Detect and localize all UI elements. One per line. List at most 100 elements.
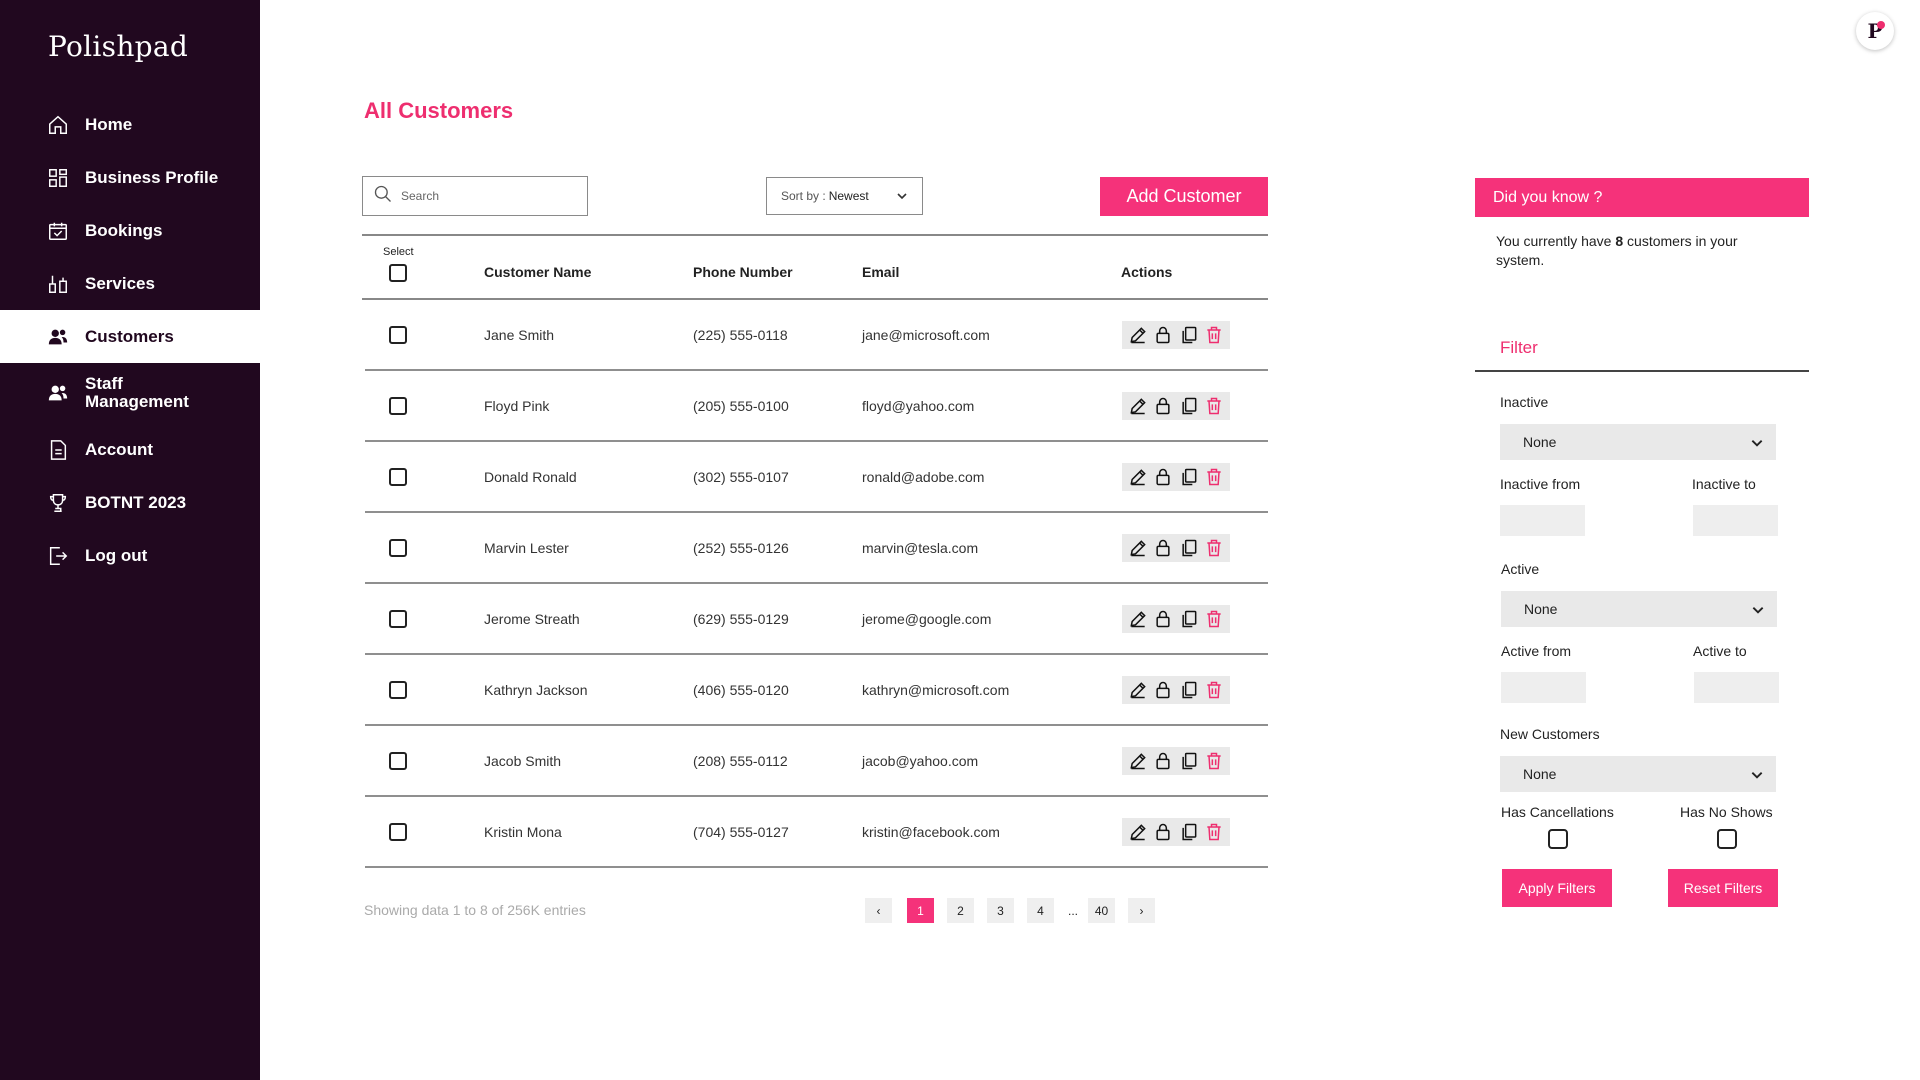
page-button-last[interactable]: 40 — [1088, 898, 1115, 923]
page-button-4[interactable]: 4 — [1027, 898, 1054, 923]
edit-icon[interactable] — [1127, 466, 1149, 488]
row-checkbox[interactable] — [389, 468, 407, 486]
customer-name-cell: Kathryn Jackson — [484, 682, 588, 698]
table-row: Marvin Lester (252) 555-0126 marvin@tesla.… — [365, 513, 1268, 584]
chevron-down-icon — [1750, 768, 1764, 785]
logout-icon — [46, 544, 70, 568]
header-phone-number: Phone Number — [693, 264, 793, 280]
edit-icon[interactable] — [1127, 324, 1149, 346]
info-text-before: You currently have — [1496, 233, 1616, 249]
lock-icon[interactable] — [1152, 750, 1174, 772]
reset-filters-button[interactable]: Reset Filters — [1668, 869, 1778, 907]
inactive-select[interactable]: None — [1500, 424, 1776, 460]
sort-dropdown[interactable]: Sort by : Newest — [766, 177, 923, 215]
copy-icon[interactable] — [1178, 466, 1200, 488]
trash-icon[interactable] — [1203, 821, 1225, 843]
avatar[interactable]: P — [1856, 12, 1894, 50]
copy-icon[interactable] — [1178, 324, 1200, 346]
edit-icon[interactable] — [1127, 395, 1149, 417]
trash-icon[interactable] — [1203, 466, 1225, 488]
copy-icon[interactable] — [1178, 608, 1200, 630]
sidebar-item-customers[interactable]: Customers — [0, 310, 260, 363]
email-cell: kristin@facebook.com — [862, 824, 1000, 840]
trash-icon[interactable] — [1203, 679, 1225, 701]
phone-number-cell: (225) 555-0118 — [693, 327, 788, 343]
row-checkbox[interactable] — [389, 681, 407, 699]
edit-icon[interactable] — [1127, 608, 1149, 630]
phone-number-cell: (302) 555-0107 — [693, 469, 789, 485]
sidebar-item-home[interactable]: Home — [0, 98, 260, 151]
row-actions — [1122, 605, 1230, 633]
row-checkbox[interactable] — [389, 326, 407, 344]
next-page-button[interactable]: › — [1128, 898, 1155, 923]
edit-icon[interactable] — [1127, 750, 1149, 772]
trash-icon[interactable] — [1203, 324, 1225, 346]
sort-value: Newest — [828, 189, 869, 203]
inactive-from-label: Inactive from — [1500, 476, 1581, 492]
select-header: Select — [383, 246, 414, 258]
add-customer-button[interactable]: Add Customer — [1100, 177, 1268, 216]
row-checkbox[interactable] — [389, 610, 407, 628]
search-input[interactable] — [401, 189, 571, 203]
edit-icon[interactable] — [1127, 821, 1149, 843]
trash-icon[interactable] — [1203, 750, 1225, 772]
trash-icon[interactable] — [1203, 608, 1225, 630]
calendar-check-icon — [46, 219, 70, 243]
edit-icon[interactable] — [1127, 679, 1149, 701]
row-checkbox[interactable] — [389, 539, 407, 557]
edit-icon[interactable] — [1127, 537, 1149, 559]
sidebar-item-log-out[interactable]: Log out — [0, 529, 260, 582]
lock-icon[interactable] — [1152, 821, 1174, 843]
copy-icon[interactable] — [1178, 679, 1200, 701]
row-checkbox[interactable] — [389, 397, 407, 415]
info-header: Did you know ? — [1475, 178, 1809, 217]
sidebar-item-label: Bookings — [85, 220, 163, 240]
customer-name-cell: Donald Ronald — [484, 469, 577, 485]
lock-icon[interactable] — [1152, 679, 1174, 701]
lock-icon[interactable] — [1152, 324, 1174, 346]
has-cancellations-checkbox[interactable] — [1548, 829, 1568, 849]
sort-label: Sort by : — [781, 189, 826, 203]
table-row: Kathryn Jackson (406) 555-0120 kathryn@mic… — [365, 655, 1268, 726]
chevron-down-icon — [1750, 436, 1764, 453]
active-select[interactable]: None — [1501, 591, 1777, 627]
chevron-down-icon — [896, 190, 908, 205]
lock-icon[interactable] — [1152, 537, 1174, 559]
trash-icon[interactable] — [1203, 537, 1225, 559]
sidebar-item-bookings[interactable]: Bookings — [0, 204, 260, 257]
select-all-checkbox[interactable] — [389, 264, 407, 282]
row-checkbox[interactable] — [389, 823, 407, 841]
row-checkbox[interactable] — [389, 752, 407, 770]
active-to-input[interactable] — [1694, 672, 1779, 703]
lock-icon[interactable] — [1152, 466, 1174, 488]
staff-icon — [46, 381, 70, 405]
filter-divider — [1475, 370, 1809, 372]
copy-icon[interactable] — [1178, 750, 1200, 772]
copy-icon[interactable] — [1178, 821, 1200, 843]
lock-icon[interactable] — [1152, 395, 1174, 417]
sidebar-item-account[interactable]: Account — [0, 423, 260, 476]
phone-number-cell: (252) 555-0126 — [693, 540, 789, 556]
sidebar-item-botnt-2023[interactable]: BOTNT 2023 — [0, 476, 260, 529]
copy-icon[interactable] — [1178, 537, 1200, 559]
inactive-from-input[interactable] — [1500, 505, 1585, 536]
sidebar-item-services[interactable]: Services — [0, 257, 260, 310]
page-button-1[interactable]: 1 — [907, 898, 934, 923]
copy-icon[interactable] — [1178, 395, 1200, 417]
inactive-to-input[interactable] — [1693, 505, 1778, 536]
active-label: Active — [1501, 561, 1540, 577]
email-cell: jacob@yahoo.com — [862, 753, 979, 769]
page-button-2[interactable]: 2 — [947, 898, 974, 923]
prev-page-button[interactable]: ‹ — [865, 898, 892, 923]
header-customer-name: Customer Name — [484, 264, 592, 280]
apply-filters-button[interactable]: Apply Filters — [1502, 869, 1612, 907]
page-button-3[interactable]: 3 — [987, 898, 1014, 923]
sidebar-item-business-profile[interactable]: Business Profile — [0, 151, 260, 204]
has-no-shows-checkbox[interactable] — [1717, 829, 1737, 849]
lock-icon[interactable] — [1152, 608, 1174, 630]
sidebar-item-staff-management[interactable]: Staff Management — [0, 363, 260, 423]
search-box[interactable] — [362, 176, 588, 216]
trash-icon[interactable] — [1203, 395, 1225, 417]
active-from-input[interactable] — [1501, 672, 1586, 703]
new-customers-select[interactable]: None — [1500, 756, 1776, 792]
